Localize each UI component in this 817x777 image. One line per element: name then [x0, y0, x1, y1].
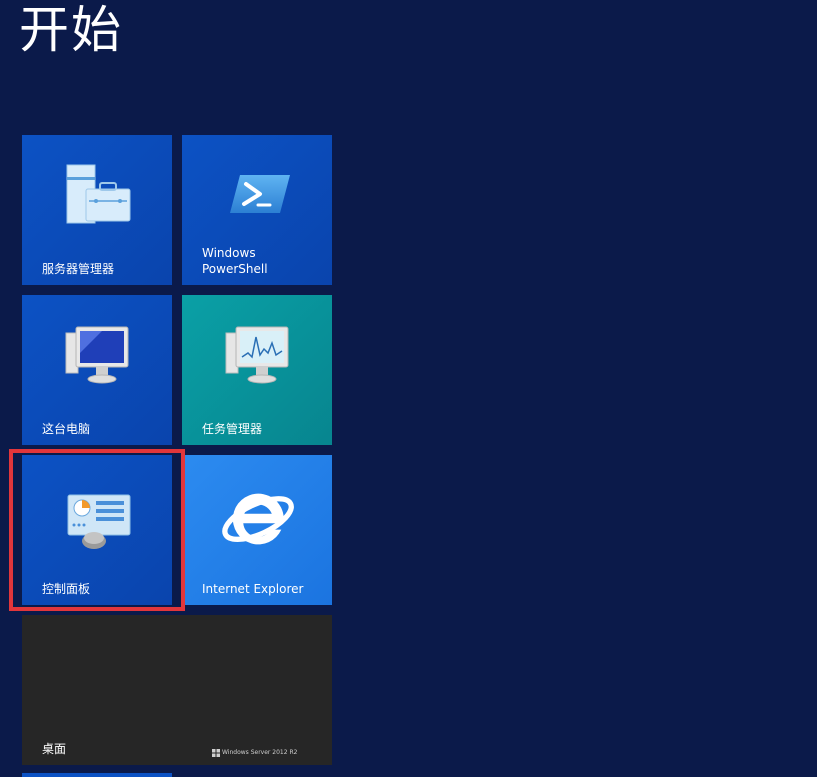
- tile-control-panel[interactable]: 控制面板: [22, 455, 172, 605]
- tile-powershell[interactable]: Windows PowerShell: [182, 135, 332, 285]
- tile-this-pc[interactable]: 这台电脑: [22, 295, 172, 445]
- task-manager-icon: [225, 326, 289, 384]
- tile-label-internet-explorer: Internet Explorer: [202, 582, 304, 596]
- windows-logo-icon: [212, 748, 220, 757]
- tile-task-manager[interactable]: 任务管理器: [182, 295, 332, 445]
- start-screen-title: 开始: [19, 1, 123, 59]
- internet-explorer-icon: [222, 493, 294, 545]
- tile-desktop[interactable]: 桌面 Windows Server 2012 R2: [22, 615, 332, 765]
- windows-server-watermark: Windows Server 2012 R2: [212, 748, 297, 757]
- server-manager-icon: [66, 164, 131, 224]
- tile-server-manager[interactable]: 服务器管理器: [22, 135, 172, 285]
- tile-label-this-pc: 这台电脑: [42, 422, 91, 436]
- computer-icon: [65, 326, 129, 384]
- tile-internet-explorer[interactable]: Internet Explorer: [182, 455, 332, 605]
- tile-label-desktop: 桌面: [42, 742, 67, 756]
- tile-label-control-panel: 控制面板: [42, 582, 91, 596]
- control-panel-icon: [67, 494, 131, 549]
- tile-label-powershell: Windows PowerShell: [202, 246, 268, 276]
- tile-label-task-manager: 任务管理器: [202, 422, 263, 436]
- tile-partial-next[interactable]: [22, 773, 172, 777]
- tile-label-server-manager: 服务器管理器: [42, 262, 115, 276]
- windows-server-version: Windows Server 2012 R2: [222, 749, 298, 756]
- powershell-icon: [230, 175, 290, 213]
